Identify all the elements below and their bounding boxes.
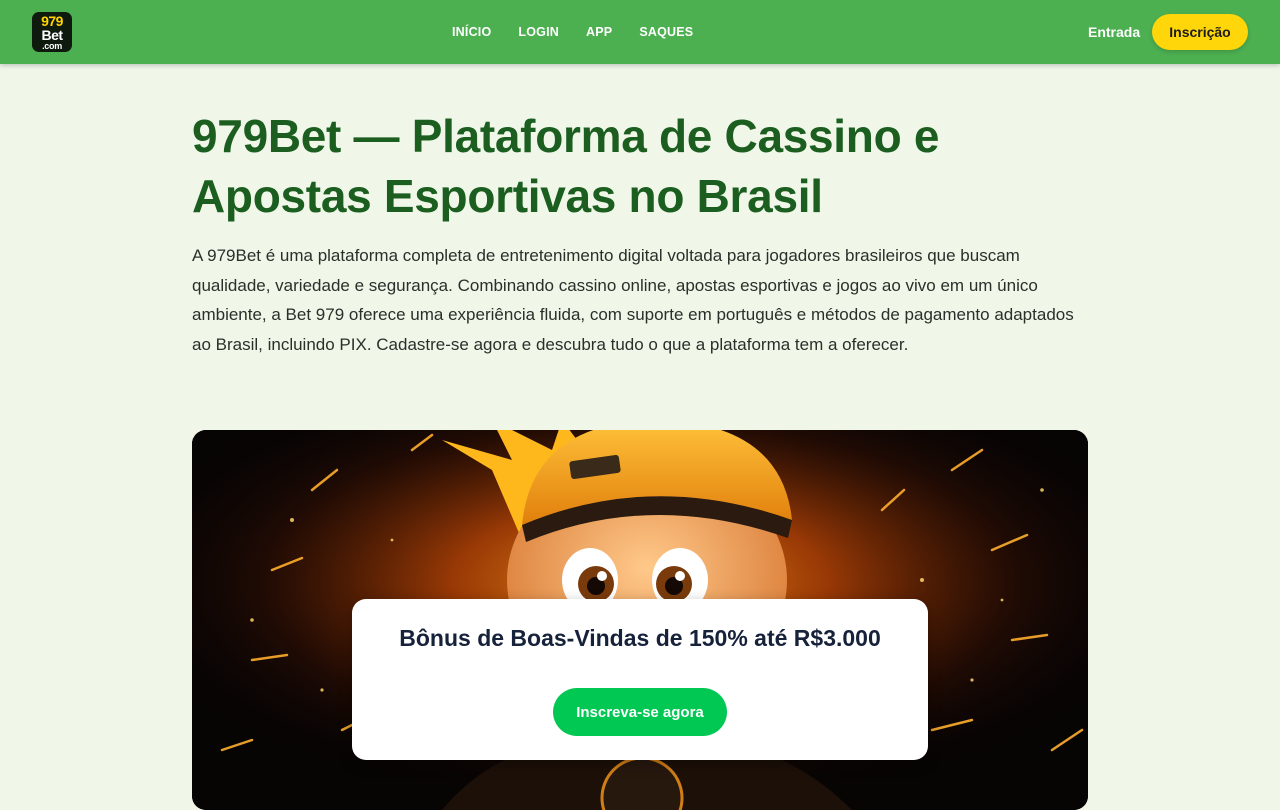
nav-login[interactable]: LOGIN [518, 25, 559, 39]
logo-number: 979 [41, 13, 63, 29]
bonus-title: Bônus de Boas-Vindas de 150% até R$3.000 [399, 625, 881, 651]
intro-paragraph: A 979Bet é uma plataforma completa de en… [192, 246, 1074, 354]
inscricao-button[interactable]: Inscrição [1152, 14, 1248, 50]
site-logo[interactable]: 979 Bet .com [32, 12, 72, 52]
welcome-bonus-card: Bônus de Boas-Vindas de 150% até R$3.000… [352, 599, 928, 760]
nav-saques[interactable]: SAQUES [639, 25, 693, 39]
nav-inicio[interactable]: INÍCIO [452, 25, 491, 39]
main-nav: INÍCIO LOGIN APP SAQUES [452, 0, 693, 64]
logo-domain: .com [42, 41, 62, 51]
signup-now-button[interactable]: Inscreva-se agora [553, 688, 727, 736]
site-header: 979 Bet .com INÍCIO LOGIN APP SAQUES Ent… [0, 0, 1280, 64]
nav-app[interactable]: APP [586, 25, 612, 39]
page-title: 979Bet — Plataforma de Cassino e Apostas… [192, 110, 940, 222]
entrada-link[interactable]: Entrada [1088, 0, 1140, 64]
logo-brand: Bet [41, 27, 63, 43]
